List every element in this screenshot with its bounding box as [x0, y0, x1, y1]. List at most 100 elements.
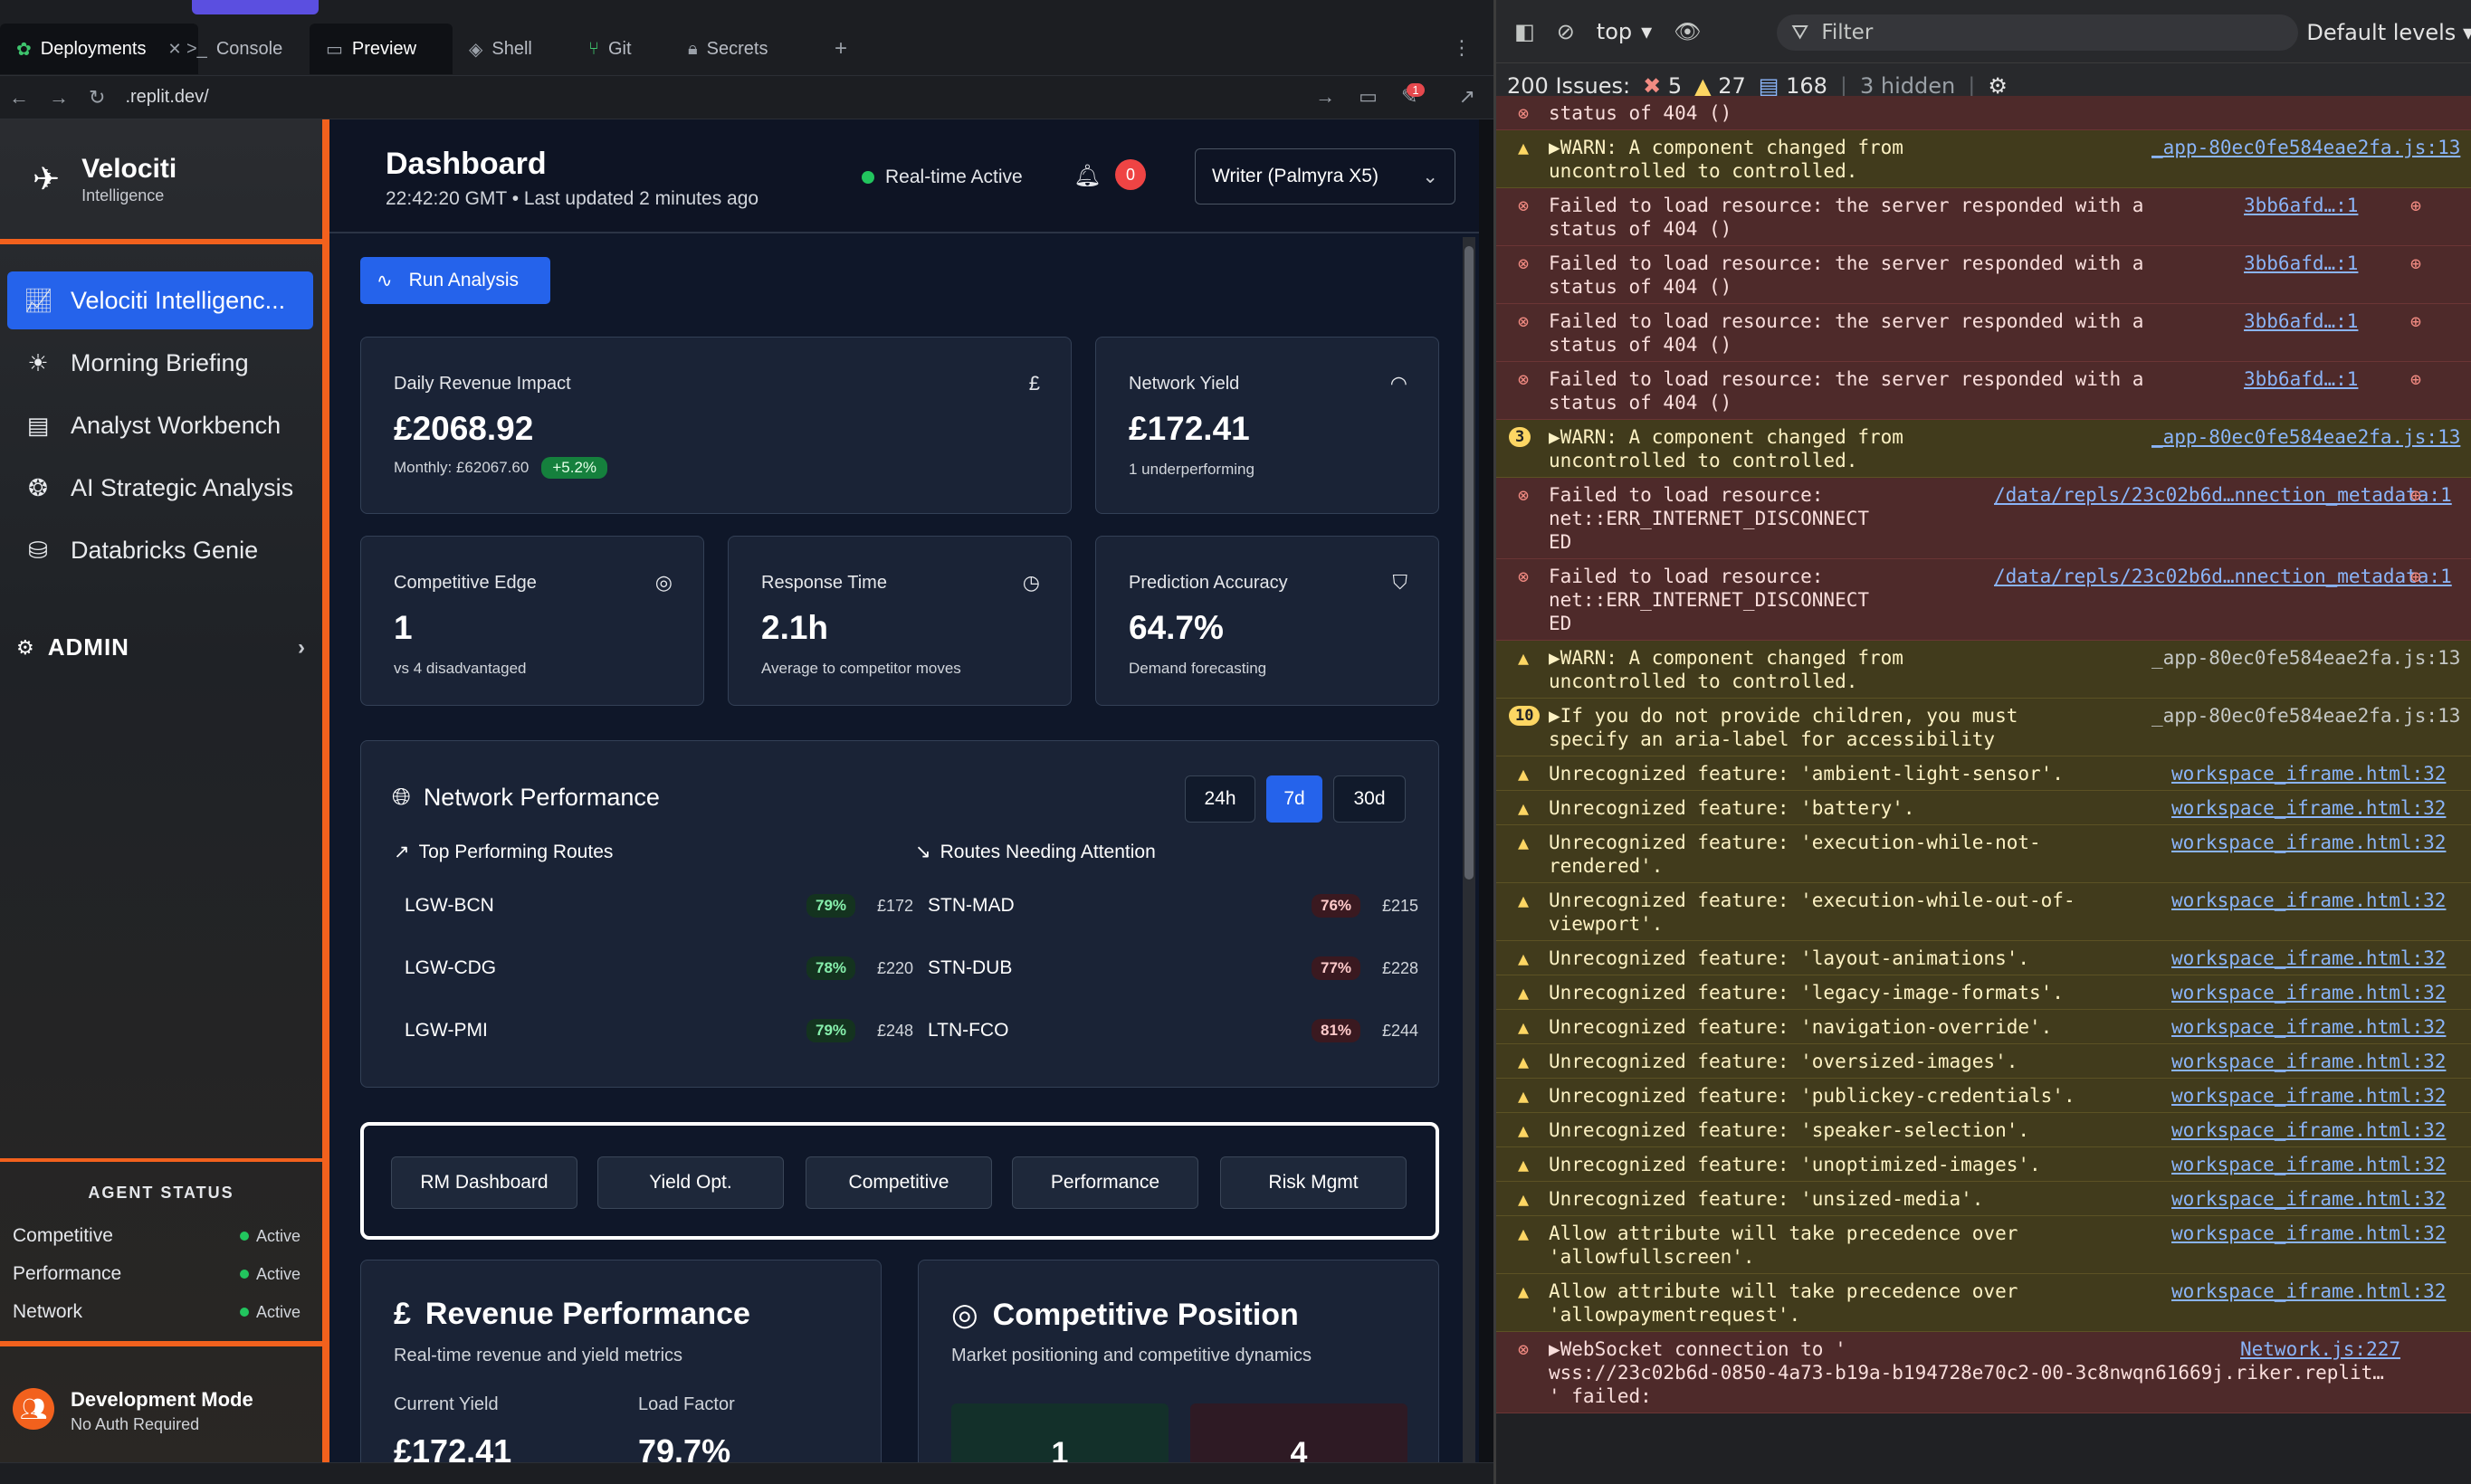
console-error-row[interactable]: ⊗ Failed to load resource: the server res…: [1496, 304, 2471, 362]
source-link[interactable]: workspace_iframe.html:32: [2171, 1222, 2446, 1245]
url-field[interactable]: .replit.dev/: [125, 87, 208, 108]
admin-menu[interactable]: ⚙ ADMIN ›: [16, 633, 306, 661]
route-row[interactable]: LGW-BCN 79% £172: [405, 886, 913, 926]
source-link[interactable]: workspace_iframe.html:32: [2171, 1279, 2446, 1303]
error-count[interactable]: ✖ 5: [1643, 73, 1682, 99]
source-link[interactable]: /data/repls/23c02b6d…nnection_metadata:1: [1994, 565, 2452, 588]
tab-risk-mgmt[interactable]: Risk Mgmt: [1220, 1156, 1407, 1209]
new-tab-button[interactable]: +: [818, 24, 863, 74]
back-icon[interactable]: ←: [9, 86, 29, 109]
notification-count[interactable]: 0: [1115, 159, 1146, 190]
tab-secrets[interactable]: 🔒︎ Secrets: [672, 24, 784, 74]
source-link[interactable]: workspace_iframe.html:32: [2171, 1187, 2446, 1211]
range-7d-button[interactable]: 7d: [1266, 775, 1322, 823]
source-link[interactable]: workspace_iframe.html:32: [2171, 831, 2446, 854]
open-external-icon[interactable]: ↗: [1459, 85, 1475, 109]
tab-deployments[interactable]: ✿ Deployments ✕: [0, 24, 198, 74]
source-link[interactable]: _app-80ec0fe584eae2fa.js:13: [2151, 425, 2460, 449]
sidebar-toggle-icon[interactable]: ◧: [1514, 19, 1535, 44]
source-link[interactable]: workspace_iframe.html:32: [2171, 1015, 2446, 1039]
brand[interactable]: ✈ Velociti Intelligence: [0, 119, 322, 244]
network-request-icon[interactable]: ⊕: [2410, 309, 2421, 333]
range-30d-button[interactable]: 30d: [1333, 775, 1406, 823]
eye-icon[interactable]: 👁︎: [1674, 19, 1701, 44]
tab-competitive[interactable]: Competitive: [806, 1156, 992, 1209]
source-link[interactable]: workspace_iframe.html:32: [2171, 1084, 2446, 1108]
console-warning-row[interactable]: ▲ Unrecognized feature: 'battery'. workspa…: [1496, 791, 2471, 825]
console-error-row[interactable]: ⊗ Failed to load resource: the server res…: [1496, 188, 2471, 246]
source-link[interactable]: workspace_iframe.html:32: [2171, 1153, 2446, 1176]
route-row[interactable]: STN-DUB 77% £228: [928, 948, 1426, 988]
console-warning-row[interactable]: ▲ Unrecognized feature: 'execution-while-…: [1496, 825, 2471, 883]
source-link[interactable]: _app-80ec0fe584eae2fa.js:13: [2151, 704, 2460, 728]
forward-icon[interactable]: →: [49, 86, 69, 109]
console-warning-row[interactable]: ▲ Unrecognized feature: 'legacy-image-for…: [1496, 975, 2471, 1010]
console-error-row[interactable]: ⊗ Failed to load resource: net::ERR_INTERN…: [1496, 478, 2471, 559]
console-warning-row[interactable]: ▲ Unrecognized feature: 'unoptimized-imag…: [1496, 1147, 2471, 1182]
source-link[interactable]: 3bb6afd…:1: [2244, 309, 2358, 333]
tab-git[interactable]: ⑂ Git: [572, 24, 648, 74]
source-link[interactable]: workspace_iframe.html:32: [2171, 796, 2446, 820]
levels-select[interactable]: Default levels ▾: [2306, 20, 2471, 45]
network-request-icon[interactable]: ⊕: [2410, 367, 2421, 391]
console-warning-row[interactable]: 3 ▶WARN: A component changed from uncontro…: [1496, 420, 2471, 478]
route-row[interactable]: LGW-CDG 78% £220: [405, 948, 913, 988]
console-warning-row[interactable]: ▲ Unrecognized feature: 'layout-animation…: [1496, 941, 2471, 975]
scrollbar[interactable]: [1463, 237, 1475, 1477]
route-row[interactable]: LTN-FCO 81% £244: [928, 1011, 1426, 1051]
model-select[interactable]: Writer (Palmyra X5) ⌄: [1195, 148, 1455, 205]
tab-shell[interactable]: ◈ Shell: [453, 24, 549, 74]
console-warning-row[interactable]: ▲ Unrecognized feature: 'publickey-creden…: [1496, 1079, 2471, 1113]
route-row[interactable]: LGW-PMI 79% £248: [405, 1011, 913, 1051]
console-warning-row[interactable]: ▲ Allow attribute will take precedence ov…: [1496, 1216, 2471, 1274]
console-warning-row[interactable]: ▲ Unrecognized feature: 'execution-while-…: [1496, 883, 2471, 941]
source-link[interactable]: workspace_iframe.html:32: [2171, 947, 2446, 970]
source-link[interactable]: /data/repls/23c02b6d…nnection_metadata:1: [1994, 483, 2452, 507]
info-count[interactable]: ▤ 168: [1759, 73, 1827, 99]
console-error-row[interactable]: ⊗ status of 404 (): [1496, 96, 2471, 130]
range-24h-button[interactable]: 24h: [1185, 775, 1255, 823]
sidebar-item-morning-briefing[interactable]: ☀ Morning Briefing: [7, 334, 313, 392]
console-warning-row[interactable]: ▲ Unrecognized feature: 'navigation-overr…: [1496, 1010, 2471, 1044]
source-link[interactable]: workspace_iframe.html:32: [2171, 1050, 2446, 1073]
devtools-icon[interactable]: ✎1: [1401, 83, 1436, 109]
bell-icon[interactable]: 🔔︎: [1073, 163, 1101, 189]
filter-input[interactable]: ⛛ Filter: [1777, 14, 2298, 51]
console-error-row[interactable]: ⊗ Failed to load resource: net::ERR_INTERN…: [1496, 559, 2471, 641]
clear-console-icon[interactable]: ⊘: [1557, 19, 1575, 44]
network-request-icon[interactable]: ⊕: [2410, 252, 2421, 275]
console-error-row[interactable]: ⊗ Failed to load resource: the server res…: [1496, 246, 2471, 304]
console-warning-row[interactable]: ▲ Unrecognized feature: 'ambient-light-se…: [1496, 756, 2471, 791]
console-warning-row[interactable]: ▲ ▶WARN: A component changed from uncontro…: [1496, 641, 2471, 699]
network-request-icon[interactable]: ⊕: [2410, 565, 2421, 588]
tab-yield-opt[interactable]: Yield Opt.: [597, 1156, 784, 1209]
run-analysis-button[interactable]: ∿ Run Analysis: [360, 257, 550, 304]
source-link[interactable]: workspace_iframe.html:32: [2171, 1118, 2446, 1142]
sidebar-item-analyst-workbench[interactable]: ▤ Analyst Workbench: [7, 396, 313, 454]
console-warning-row[interactable]: ▲ Unrecognized feature: 'speaker-selectio…: [1496, 1113, 2471, 1147]
source-link[interactable]: _app-80ec0fe584eae2fa.js:13: [2151, 646, 2460, 670]
source-link[interactable]: 3bb6afd…:1: [2244, 252, 2358, 275]
console-warning-row[interactable]: 10 ▶If you do not provide children, you m…: [1496, 699, 2471, 756]
tab-console[interactable]: >_ Console: [170, 24, 299, 74]
source-link[interactable]: workspace_iframe.html:32: [2171, 889, 2446, 912]
sidebar-item-ai-strategic-analysis[interactable]: ❂ AI Strategic Analysis: [7, 459, 313, 517]
source-link[interactable]: workspace_iframe.html:32: [2171, 981, 2446, 1004]
sidebar-item-databricks-genie[interactable]: ⛁ Databricks Genie: [7, 521, 313, 579]
route-row[interactable]: STN-MAD 76% £215: [928, 886, 1426, 926]
tab-performance[interactable]: Performance: [1012, 1156, 1198, 1209]
console-warning-row[interactable]: ▲ Unrecognized feature: 'unsized-media'. w…: [1496, 1182, 2471, 1216]
source-link[interactable]: 3bb6afd…:1: [2244, 367, 2358, 391]
sidebar-item-velociti-intelligence[interactable]: 📈︎ Velociti Intelligenc...: [7, 271, 313, 329]
settings-gear-icon[interactable]: ⚙: [1988, 73, 2008, 99]
console-warning-row[interactable]: ▲ Unrecognized feature: 'oversized-images…: [1496, 1044, 2471, 1079]
source-link[interactable]: 3bb6afd…:1: [2244, 194, 2358, 217]
console-warning-row[interactable]: ▲ Allow attribute will take precedence ov…: [1496, 1274, 2471, 1332]
warning-count[interactable]: ▲ 27: [1694, 73, 1746, 99]
tab-preview[interactable]: ▭ Preview: [310, 24, 453, 74]
context-select[interactable]: top ▾: [1597, 19, 1652, 44]
source-link[interactable]: Network.js:227: [2240, 1337, 2400, 1361]
more-icon[interactable]: ⋮: [1452, 36, 1472, 60]
network-request-icon[interactable]: ⊕: [2410, 194, 2421, 217]
network-request-icon[interactable]: ⊕: [2410, 483, 2421, 507]
